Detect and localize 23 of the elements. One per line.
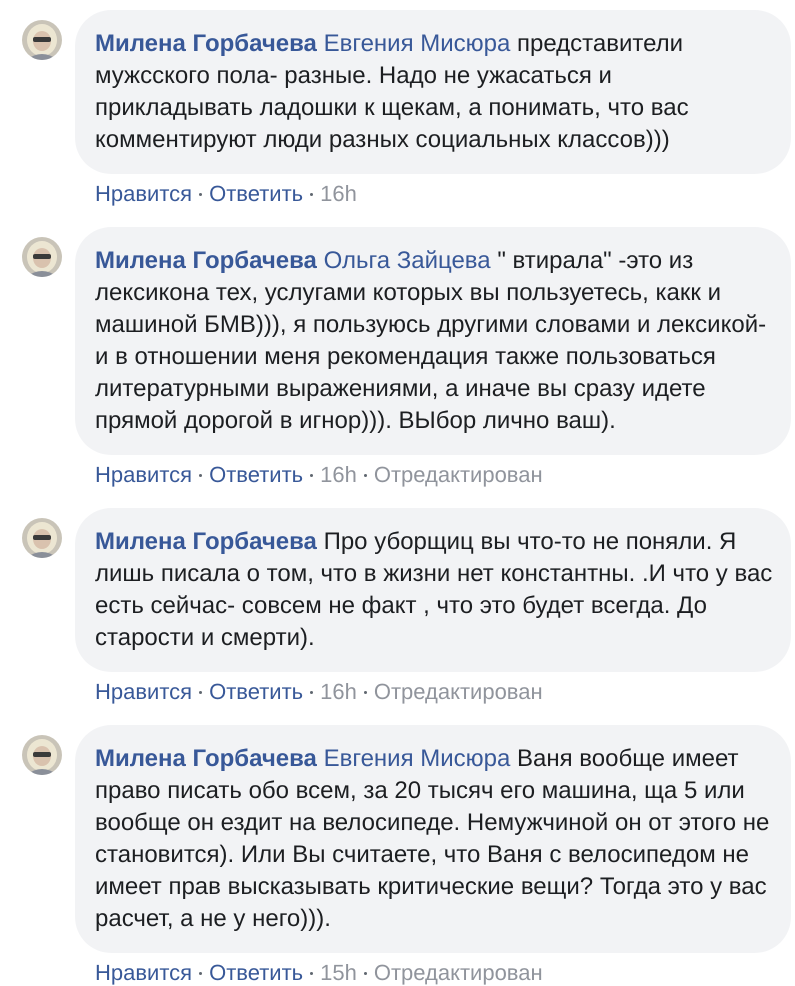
mention-link[interactable]: Евгения Мисюра — [324, 745, 510, 772]
author-link[interactable]: Милена Горбачева — [95, 745, 317, 772]
avatar[interactable] — [22, 735, 62, 775]
avatar[interactable] — [22, 20, 62, 60]
comment-text: Милена Горбачева Евгения Мисюра представители мужсского пола- разные. Надо не ужасаться и прикладывать ладошки к щекам, а понимать, что вас комментируют люди разных социальных классов))) — [95, 29, 690, 155]
author-link[interactable]: Милена Горбачева — [95, 30, 317, 57]
author-link[interactable]: Милена Горбачева — [95, 528, 317, 555]
comment-text: Милена Горбачева Евгения Мисюра Ваня вообще имеет право писать обо всем, за 20 тысяч его машина, ща 5 или вообще он ездит на велосипеде. Немужчиной он от этого не становится). Или Вы считаете, что Ваня с велосипедом не имеет прав высказывать критические вещи? Тогда это у вас расчет, а не у него))). — [95, 744, 770, 934]
author-link[interactable]: Милена Горбачева — [95, 247, 317, 274]
mention-link[interactable]: Ольга Зайцева — [324, 247, 491, 274]
comment-text: Милена Горбачева Ольга Зайцева " втирала" -это из лексикона тех, услугами которых вы пользуетесь, какк и машиной БМВ))), я пользуюсь другими словами и лексикой- и в отношении меня рекомендация также пользоваться литературными выражениями, а иначе вы сразу идете прямой дорогой в игнор))). ВЫбор лично ваш). — [95, 246, 768, 436]
reply-link[interactable]: Ответить — [209, 678, 304, 706]
reply-link[interactable]: Ответить — [209, 461, 304, 489]
avatar[interactable] — [22, 237, 62, 277]
reply-link[interactable]: Ответить — [209, 959, 304, 986]
reply-link[interactable]: Ответить — [209, 180, 304, 208]
like-link[interactable]: Нравится — [95, 461, 192, 489]
comment-text: Милена Горбачева Про уборщиц вы что-то не поняли. Я лишь писала о том, что в жизни нет константны. .И что у вас есть сейчас- совсем не факт , что это будет всегда. До старости и смерти). — [95, 527, 773, 653]
like-link[interactable]: Нравится — [95, 959, 192, 986]
mention-link[interactable]: Евгения Мисюра — [324, 30, 510, 57]
like-link[interactable]: Нравится — [95, 678, 192, 706]
like-link[interactable]: Нравится — [95, 180, 192, 208]
avatar[interactable] — [22, 518, 62, 558]
